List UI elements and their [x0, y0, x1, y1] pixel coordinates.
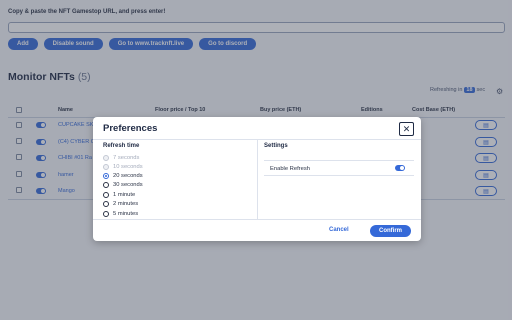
radio-label: 1 minute — [113, 191, 136, 198]
radio-option-5-minutes[interactable]: 5 minutes — [103, 209, 138, 218]
radio-label: 20 seconds — [113, 172, 143, 179]
radio-circle[interactable] — [103, 181, 109, 188]
radio-circle[interactable] — [103, 210, 109, 217]
radio-option-7-seconds: 7 seconds — [103, 153, 139, 162]
radio-option-30-seconds[interactable]: 30 seconds — [103, 180, 143, 189]
dialog-title: Preferences — [103, 123, 158, 134]
close-icon[interactable]: ✕ — [399, 122, 414, 136]
radio-label: 7 seconds — [113, 154, 140, 161]
cancel-button[interactable]: Cancel — [329, 227, 349, 233]
enable-refresh-row: Enable Refresh — [264, 160, 414, 176]
radio-label: 5 minutes — [113, 210, 139, 217]
column-divider — [257, 139, 258, 219]
radio-circle — [103, 154, 109, 161]
settings-label: Settings — [264, 143, 288, 149]
refresh-time-label: Refresh time — [103, 143, 140, 149]
radio-circle[interactable] — [103, 200, 109, 207]
radio-circle[interactable] — [103, 172, 109, 179]
radio-option-2-minutes[interactable]: 2 minutes — [103, 199, 138, 208]
radio-circle — [103, 163, 109, 170]
radio-label: 2 minutes — [113, 200, 139, 207]
confirm-button[interactable]: Confirm — [370, 225, 411, 237]
radio-option-10-seconds: 10 seconds — [103, 162, 143, 171]
radio-circle[interactable] — [103, 191, 109, 198]
enable-refresh-label: Enable Refresh — [270, 166, 310, 172]
preferences-dialog: Preferences ✕ Refresh time 7 seconds 10 … — [93, 117, 421, 241]
enable-refresh-toggle[interactable] — [395, 165, 405, 171]
radio-option-20-seconds[interactable]: 20 seconds — [103, 171, 143, 180]
footer-divider — [93, 219, 421, 220]
radio-label: 30 seconds — [113, 181, 143, 188]
radio-option-1-minute[interactable]: 1 minute — [103, 190, 135, 199]
radio-label: 10 seconds — [113, 163, 143, 170]
